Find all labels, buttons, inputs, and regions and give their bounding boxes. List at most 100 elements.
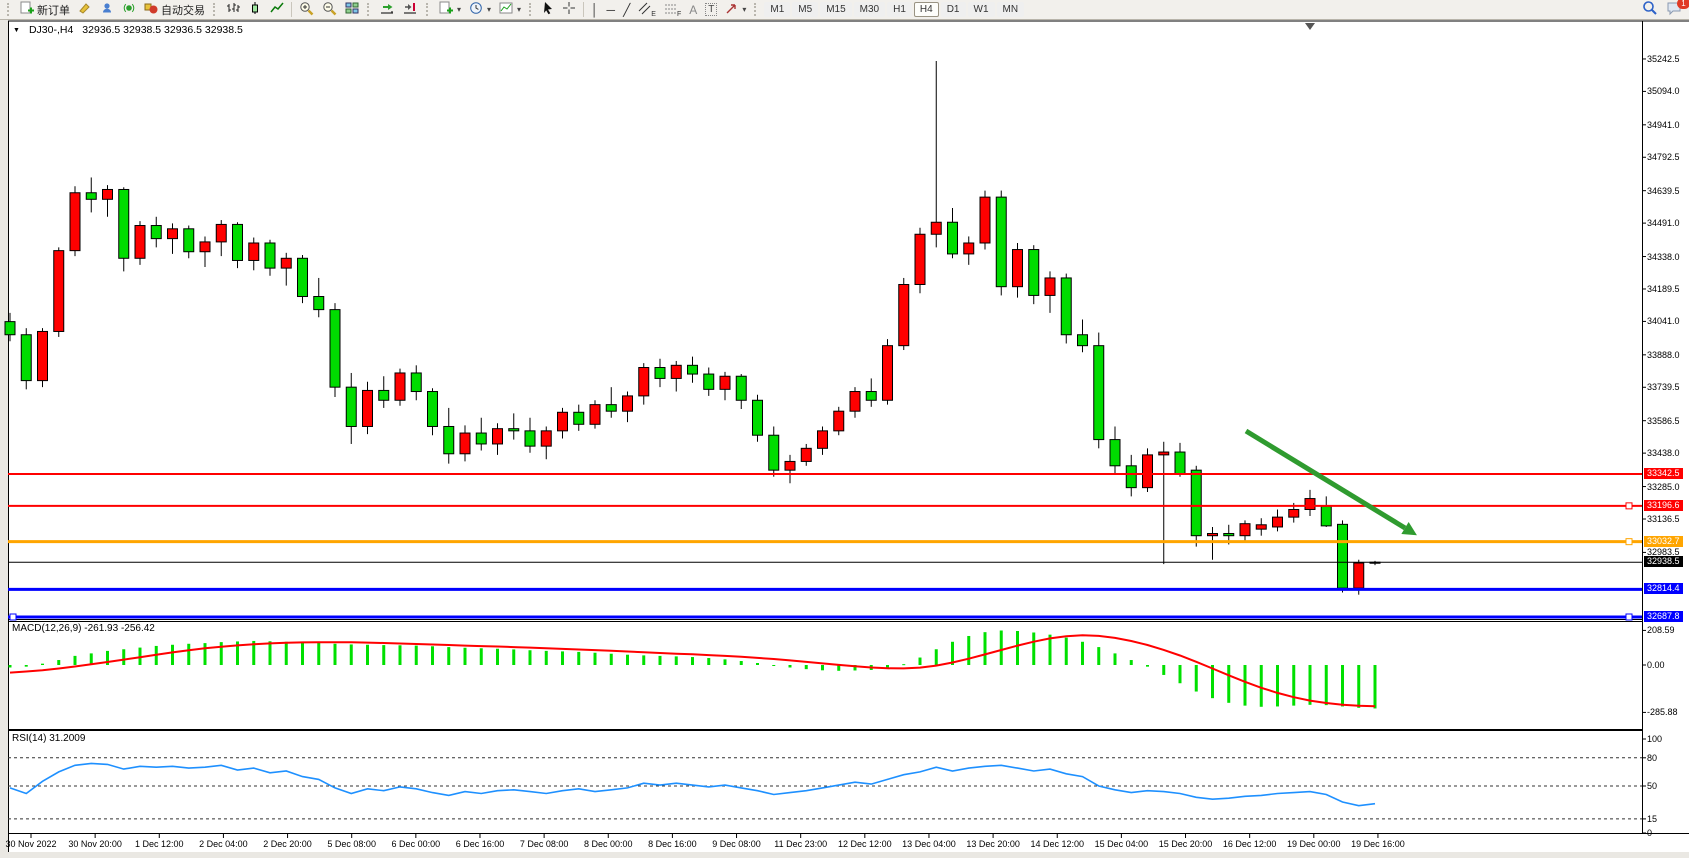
candle — [590, 405, 600, 425]
candle — [493, 429, 503, 444]
macd-tick-label: 0.00 — [1647, 660, 1665, 670]
candle — [655, 368, 665, 379]
candle — [834, 411, 844, 431]
rsi-tick-label: 50 — [1647, 781, 1657, 791]
candle — [444, 426, 454, 453]
price-tick-label: 33438.0 — [1647, 448, 1680, 458]
price-tick-label: 33136.5 — [1647, 514, 1680, 524]
price-level-label: 33032.7 — [1644, 536, 1683, 547]
candle — [1013, 250, 1023, 287]
candle — [119, 189, 129, 258]
time-axis-label: 13 Dec 20:00 — [966, 839, 1020, 849]
candle — [1273, 517, 1283, 527]
time-axis-label: 19 Dec 00:00 — [1287, 839, 1341, 849]
candle — [314, 297, 324, 310]
price-tick-label: 35242.5 — [1647, 54, 1680, 64]
candle — [1354, 563, 1364, 588]
macd-histogram — [9, 631, 1377, 709]
line-selection-marker[interactable] — [1626, 539, 1632, 545]
candle — [135, 226, 145, 259]
candle — [1110, 440, 1120, 466]
candle — [298, 258, 308, 296]
candle — [931, 222, 941, 234]
price-tick-label: 33739.5 — [1647, 382, 1680, 392]
rsi-tick-label: 80 — [1647, 753, 1657, 763]
macd-signal-line — [10, 635, 1375, 706]
candle — [850, 392, 860, 412]
line-selection-marker[interactable] — [1626, 614, 1632, 620]
time-axis-label: 15 Dec 04:00 — [1095, 839, 1149, 849]
candle — [915, 234, 925, 284]
price-tick-label: 34338.0 — [1647, 252, 1680, 262]
price-tick-label: 34639.5 — [1647, 186, 1680, 196]
rsi-indicator-label: RSI(14) 31.2009 — [12, 733, 85, 744]
line-selection-marker[interactable] — [1626, 503, 1632, 509]
price-tick-label: 33586.5 — [1647, 416, 1680, 426]
line-selection-marker[interactable] — [10, 614, 16, 620]
candle — [1045, 278, 1055, 295]
candle — [1240, 524, 1250, 536]
candle — [1094, 346, 1104, 440]
candle — [558, 412, 568, 431]
candle — [899, 284, 909, 345]
macd-indicator-label: MACD(12,26,9) -261.93 -256.42 — [12, 623, 155, 634]
chart-shift-marker — [1305, 23, 1315, 30]
candle — [103, 189, 113, 199]
candle — [948, 222, 958, 254]
time-axis-label: 7 Dec 08:00 — [520, 839, 569, 849]
candle — [70, 193, 80, 251]
candle — [1305, 499, 1315, 510]
candle — [151, 226, 161, 239]
chart-canvas[interactable] — [0, 0, 1689, 858]
candle — [86, 193, 96, 200]
candle — [1126, 466, 1136, 488]
candle — [688, 365, 698, 374]
candle — [1256, 525, 1266, 529]
candle — [1061, 278, 1071, 335]
time-axis-label: 1 Dec 12:00 — [135, 839, 184, 849]
candle — [265, 243, 275, 268]
candle — [769, 435, 779, 470]
time-axis-label: 6 Dec 00:00 — [392, 839, 441, 849]
candle — [866, 392, 876, 401]
candle — [704, 374, 714, 389]
candle — [1175, 452, 1185, 474]
candle — [460, 433, 470, 454]
candle — [346, 387, 356, 426]
rsi-tick-label: 0 — [1647, 828, 1652, 838]
candle — [54, 251, 64, 332]
time-axis-label: 2 Dec 20:00 — [263, 839, 312, 849]
candle — [753, 400, 763, 435]
price-level-label: 32687.8 — [1644, 611, 1683, 622]
candle — [1289, 509, 1299, 517]
candle — [330, 310, 340, 388]
candle — [1321, 506, 1331, 526]
candle — [38, 331, 48, 380]
time-axis-label: 30 Nov 20:00 — [68, 839, 122, 849]
candle — [1029, 250, 1039, 296]
candle — [785, 461, 795, 470]
time-axis-label: 5 Dec 08:00 — [327, 839, 376, 849]
time-axis-label: 6 Dec 16:00 — [456, 839, 505, 849]
candle — [980, 197, 990, 243]
candle — [720, 376, 730, 389]
price-tick-label: 34792.5 — [1647, 152, 1680, 162]
candle — [476, 433, 486, 444]
candle — [525, 431, 535, 446]
candle — [1208, 534, 1218, 536]
time-axis-label: 9 Dec 08:00 — [712, 839, 761, 849]
candle — [216, 224, 226, 241]
mt4-window: 新订单 自动交易 — [0, 0, 1689, 858]
candle — [428, 392, 438, 427]
candle — [168, 229, 178, 239]
candle — [233, 224, 243, 260]
rsi-line — [10, 763, 1375, 805]
symbol-menu-icon[interactable]: ▼ — [13, 27, 20, 34]
candle — [1224, 534, 1234, 536]
candle — [818, 431, 828, 448]
price-tick-label: 33888.0 — [1647, 350, 1680, 360]
candle — [509, 429, 519, 431]
candle — [1159, 452, 1169, 455]
candle — [996, 197, 1006, 287]
price-tick-label: 34941.0 — [1647, 120, 1680, 130]
